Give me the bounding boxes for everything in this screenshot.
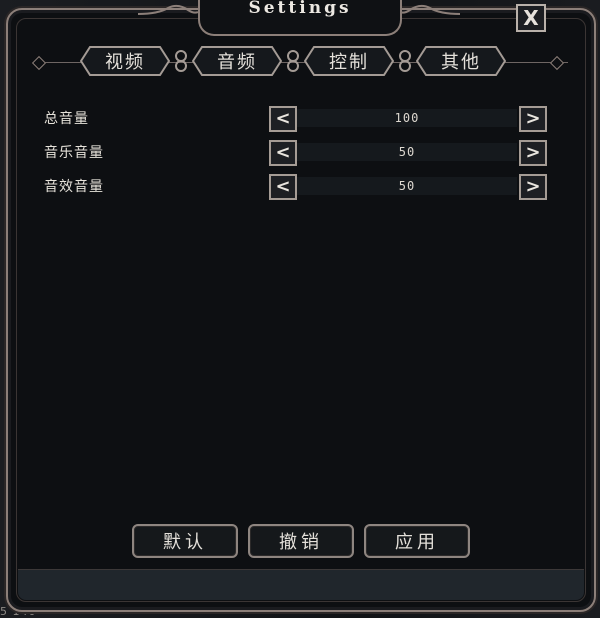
chevron-right-icon: >	[525, 176, 541, 197]
master-volume-decrease-button[interactable]: <	[269, 106, 297, 132]
default-button[interactable]: 默认	[132, 524, 238, 558]
cancel-button[interactable]: 撤销	[248, 524, 354, 558]
sfx-volume-increase-button[interactable]: >	[519, 174, 547, 200]
master-volume-label: 总音量	[44, 111, 89, 127]
music-volume-value: 50	[297, 143, 517, 161]
music-volume-label: 音乐音量	[44, 145, 104, 161]
tab-controls[interactable]: 控制	[304, 46, 394, 76]
chevron-left-icon: <	[275, 176, 291, 197]
music-volume-row: 音乐音量 < 50 >	[44, 140, 554, 166]
chevron-right-icon: >	[525, 108, 541, 129]
tab-other[interactable]: 其他	[416, 46, 506, 76]
settings-panel: Settings X 视频 音频 控制 其他 总音量 < 100 > 音乐音量 …	[6, 0, 596, 612]
title-ornament-left	[138, 4, 198, 15]
sfx-volume-label: 音效音量	[44, 179, 104, 195]
tab-video-label: 视频	[105, 52, 145, 73]
tab-line-end-left	[31, 55, 47, 71]
tab-line-end-right	[549, 55, 565, 71]
close-button[interactable]: X	[516, 4, 546, 32]
tab-audio[interactable]: 音频	[192, 46, 282, 76]
tab-link-icon	[394, 46, 416, 76]
master-volume-row: 总音量 < 100 >	[44, 106, 554, 132]
tab-video[interactable]: 视频	[80, 46, 170, 76]
apply-button[interactable]: 应用	[364, 524, 470, 558]
tab-link-icon	[170, 46, 192, 76]
window-title: Settings	[248, 0, 352, 18]
music-volume-increase-button[interactable]: >	[519, 140, 547, 166]
chevron-right-icon: >	[525, 142, 541, 163]
tab-link-icon	[282, 46, 304, 76]
master-volume-value: 100	[297, 109, 517, 127]
sfx-volume-decrease-button[interactable]: <	[269, 174, 297, 200]
tab-audio-label: 音频	[217, 52, 257, 73]
music-volume-decrease-button[interactable]: <	[269, 140, 297, 166]
tab-bar: 视频 音频 控制 其他	[80, 46, 506, 76]
sfx-volume-row: 音效音量 < 50 >	[44, 174, 554, 200]
master-volume-increase-button[interactable]: >	[519, 106, 547, 132]
close-icon: X	[523, 6, 539, 30]
tab-other-label: 其他	[441, 52, 481, 73]
title-plate: Settings	[198, 0, 402, 36]
title-ornament-right	[400, 4, 460, 15]
tab-controls-label: 控制	[329, 52, 369, 73]
sfx-volume-value: 50	[297, 177, 517, 195]
chevron-left-icon: <	[275, 108, 291, 129]
chevron-left-icon: <	[275, 142, 291, 163]
bottom-bar	[18, 569, 584, 600]
